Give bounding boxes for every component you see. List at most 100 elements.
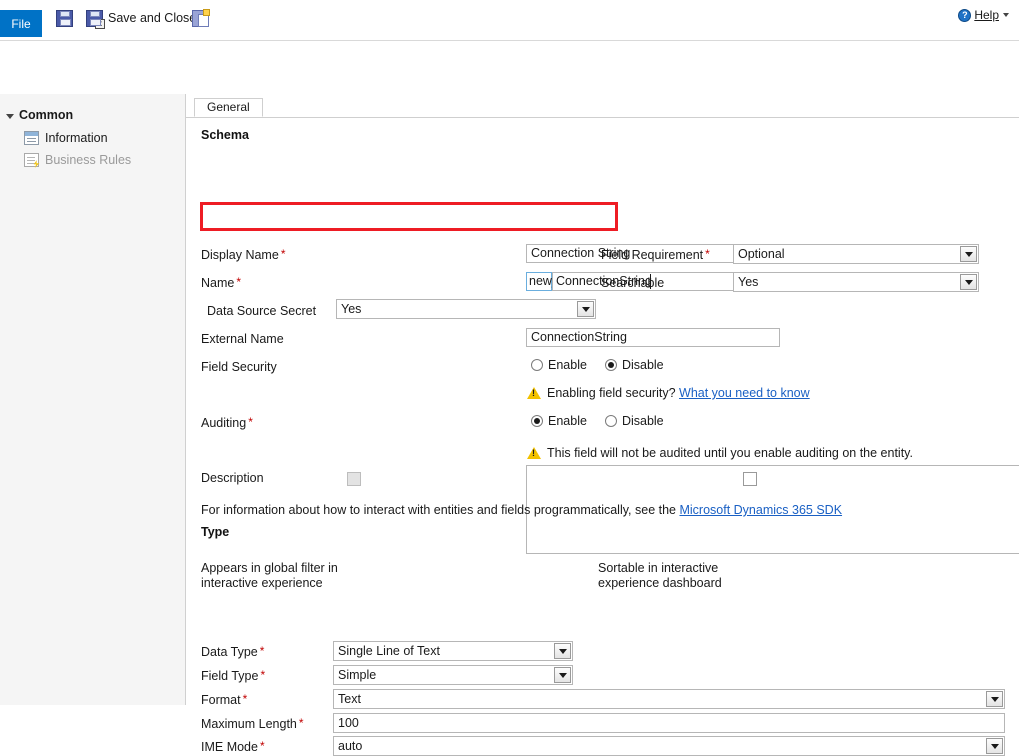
field-security-option-enable[interactable]: Enable xyxy=(531,358,587,372)
auditing-option-enable[interactable]: Enable xyxy=(531,414,587,428)
field-security-warning: Enabling field security? What you need t… xyxy=(527,386,810,400)
highlight-box-data-source-secret xyxy=(200,202,618,231)
sidebar-group-common[interactable]: Common xyxy=(6,108,73,122)
help-label: Help xyxy=(974,8,999,22)
format-value: Text xyxy=(338,692,361,706)
searchable-label: Searchable xyxy=(601,276,664,290)
field-type-select[interactable]: Simple xyxy=(333,665,573,685)
save-button[interactable] xyxy=(56,6,73,30)
sdk-note-text: For information about how to interact wi… xyxy=(201,503,676,517)
sidebar: Common Information Business Rules xyxy=(0,94,186,705)
ime-mode-value: auto xyxy=(338,739,362,753)
triangle-down-icon xyxy=(6,114,14,119)
required-asterisk: * xyxy=(260,739,265,753)
chevron-down-icon[interactable] xyxy=(986,738,1003,754)
auditing-warning: This field will not be audited until you… xyxy=(527,446,913,460)
business-rules-icon xyxy=(24,153,39,167)
auditing-option-disable-label: Disable xyxy=(622,414,664,428)
file-tab-label: File xyxy=(11,17,30,31)
tab-strip: General xyxy=(186,98,1019,118)
dynamics-365-sdk-link[interactable]: Microsoft Dynamics 365 SDK xyxy=(679,503,842,517)
required-asterisk: * xyxy=(281,247,286,261)
sortable-label: Sortable in interactive experience dashb… xyxy=(598,561,758,591)
data-source-secret-value: Yes xyxy=(341,302,361,316)
tab-general-label: General xyxy=(207,100,250,114)
chevron-down-icon[interactable] xyxy=(577,301,594,317)
section-title-type: Type xyxy=(201,525,229,539)
sidebar-item-label: Business Rules xyxy=(45,153,131,167)
radio-selected-icon xyxy=(531,415,543,427)
sortable-checkbox[interactable] xyxy=(743,472,757,486)
chevron-down-icon[interactable] xyxy=(554,643,571,659)
ime-mode-label: IME Mode* xyxy=(201,740,265,754)
field-security-option-disable[interactable]: Disable xyxy=(605,358,664,372)
field-security-radio-group: Enable Disable xyxy=(531,358,682,372)
display-name-label: Display Name* xyxy=(201,248,285,262)
chevron-down-icon xyxy=(1003,13,1009,17)
external-name-label: External Name xyxy=(201,332,284,346)
field-security-label: Field Security xyxy=(201,360,277,374)
required-asterisk: * xyxy=(260,668,265,682)
field-security-option-enable-label: Enable xyxy=(548,358,587,372)
name-label: Name* xyxy=(201,276,241,290)
data-type-label: Data Type* xyxy=(201,645,264,659)
field-requirement-select[interactable]: Optional xyxy=(733,244,979,264)
chevron-down-icon[interactable] xyxy=(960,246,977,262)
external-name-input[interactable]: ConnectionString xyxy=(526,328,780,347)
help-menu[interactable]: ? Help xyxy=(958,8,1009,22)
radio-icon xyxy=(531,359,543,371)
auditing-radio-group: Enable Disable xyxy=(531,414,682,428)
sidebar-group-label: Common xyxy=(19,108,73,122)
command-bar: File x Save and Close ? Help xyxy=(0,0,1019,41)
maximum-length-label: Maximum Length* xyxy=(201,717,304,731)
data-type-select[interactable]: Single Line of Text xyxy=(333,641,573,661)
auditing-warning-text: This field will not be audited until you… xyxy=(547,446,913,460)
required-asterisk: * xyxy=(260,644,265,658)
sidebar-item-information[interactable]: Information xyxy=(24,131,108,145)
global-filter-label: Appears in global filter in interactive … xyxy=(201,561,351,591)
format-select[interactable]: Text xyxy=(333,689,1005,709)
page-header: Field New for DemoDataSource Working on … xyxy=(0,41,1019,94)
field-type-value: Simple xyxy=(338,668,376,682)
save-and-close-icon: x xyxy=(86,10,103,27)
field-security-warning-text: Enabling field security? xyxy=(547,386,676,400)
form-content: General Schema Display Name* Connection … xyxy=(186,94,1019,705)
auditing-option-disable[interactable]: Disable xyxy=(605,414,664,428)
auditing-label: Auditing* xyxy=(201,416,253,430)
warning-icon xyxy=(527,387,541,399)
ime-mode-select[interactable]: auto xyxy=(333,736,1005,756)
file-tab[interactable]: File xyxy=(0,10,42,37)
chevron-down-icon[interactable] xyxy=(960,274,977,290)
maximum-length-input[interactable]: 100 xyxy=(333,713,1005,733)
information-icon xyxy=(24,131,39,145)
radio-selected-icon xyxy=(605,359,617,371)
field-security-option-disable-label: Disable xyxy=(622,358,664,372)
chevron-down-icon[interactable] xyxy=(554,667,571,683)
data-source-secret-label: Data Source Secret xyxy=(207,304,316,318)
data-source-secret-select[interactable]: Yes xyxy=(336,299,596,319)
save-and-close-button[interactable]: x Save and Close xyxy=(86,6,196,30)
field-requirement-value: Optional xyxy=(738,247,785,261)
sidebar-item-label: Information xyxy=(45,131,108,145)
searchable-value: Yes xyxy=(738,275,758,289)
field-type-label: Field Type* xyxy=(201,669,265,683)
radio-icon xyxy=(605,415,617,427)
what-you-need-to-know-link[interactable]: What you need to know xyxy=(679,386,810,400)
required-asterisk: * xyxy=(705,247,710,261)
sdk-note: For information about how to interact wi… xyxy=(201,503,842,517)
save-and-close-label: Save and Close xyxy=(108,11,196,25)
searchable-select[interactable]: Yes xyxy=(733,272,979,292)
auditing-option-enable-label: Enable xyxy=(548,414,587,428)
required-asterisk: * xyxy=(236,275,241,289)
new-field-button[interactable] xyxy=(192,6,209,30)
sidebar-item-business-rules[interactable]: Business Rules xyxy=(24,153,131,167)
required-asterisk: * xyxy=(299,716,304,730)
tab-general[interactable]: General xyxy=(194,98,263,117)
warning-icon xyxy=(527,447,541,459)
field-requirement-label: Field Requirement* xyxy=(601,248,710,262)
new-field-icon xyxy=(192,10,209,27)
data-type-value: Single Line of Text xyxy=(338,644,440,658)
help-icon: ? xyxy=(958,9,971,22)
section-title-schema: Schema xyxy=(201,128,249,142)
required-asterisk: * xyxy=(248,415,253,429)
